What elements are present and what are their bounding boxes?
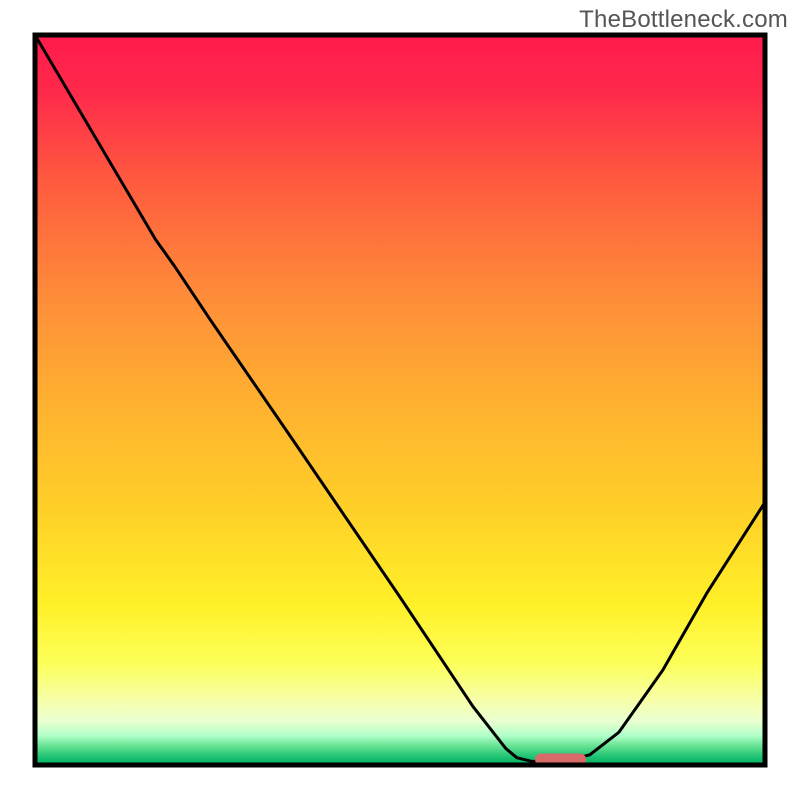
bottleneck-chart: TheBottleneck.com bbox=[0, 0, 800, 800]
gradient-background bbox=[35, 35, 765, 765]
chart-canvas bbox=[0, 0, 800, 800]
watermark-text: TheBottleneck.com bbox=[579, 6, 788, 34]
